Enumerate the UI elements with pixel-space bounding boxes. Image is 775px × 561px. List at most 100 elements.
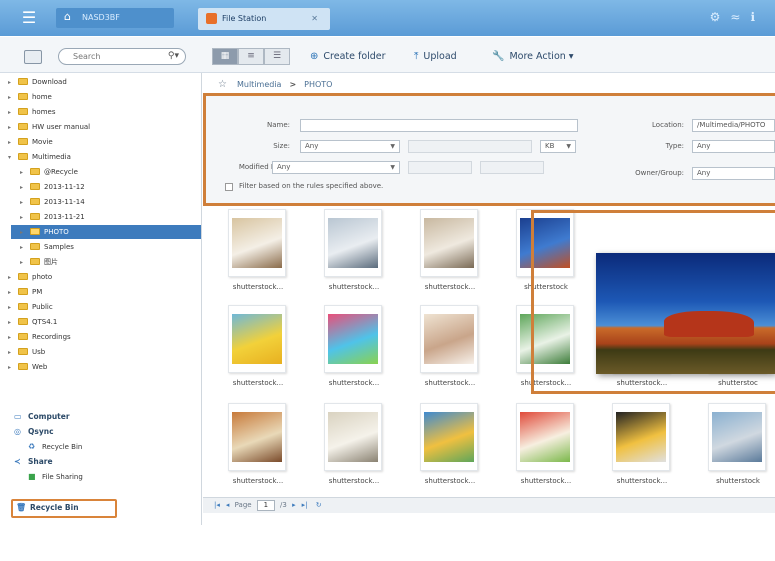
computer-icon: ▭ [14, 412, 22, 421]
filter-checkbox[interactable] [225, 183, 233, 191]
tree-node[interactable]: ▸ Samples [20, 240, 74, 254]
modified-date-select[interactable]: Any ▼ [272, 161, 400, 174]
expand-toggle-icon[interactable]: ▸ [8, 91, 15, 105]
panel-toggle-icon[interactable] [24, 50, 42, 64]
favorite-star-icon[interactable]: ☆ [218, 79, 227, 90]
tree-node[interactable]: ▸ Download [8, 75, 67, 89]
tree-node[interactable]: ▸ photo [8, 270, 52, 284]
wrench-icon: 🔧 [492, 51, 505, 62]
tree-node[interactable]: ▸ 2013-11-21 [20, 210, 85, 224]
expand-toggle-icon[interactable]: ▸ [20, 181, 27, 195]
tree-node[interactable]: ▸ HW user manual [8, 120, 90, 134]
expand-toggle-icon[interactable]: ▸ [8, 76, 15, 90]
tree-node[interactable]: ▸ Web [8, 360, 47, 374]
owner-group-select[interactable]: Any [692, 167, 775, 180]
expand-toggle-icon[interactable]: ▸ [8, 106, 15, 120]
next-page-icon[interactable]: ▸ [292, 501, 296, 509]
image-icon [232, 218, 282, 268]
last-page-icon[interactable]: ▸| [302, 501, 308, 509]
share-node[interactable]: ≺ Share [14, 455, 53, 469]
tree-node[interactable]: ▸ 图片 [20, 255, 58, 269]
tree-node[interactable]: ▸ 2013-11-14 [20, 195, 85, 209]
expand-toggle-icon[interactable]: ▸ [8, 286, 15, 300]
page-input[interactable]: 1 [256, 500, 275, 511]
computer-node[interactable]: ▭ Computer [14, 410, 70, 424]
thumbnail-frame [228, 403, 286, 471]
qsync-icon: ◎ [14, 427, 21, 436]
tree-node[interactable]: ▸ QTS4.1 [8, 315, 57, 329]
list-view-button[interactable]: ≡ [238, 48, 264, 65]
create-folder-button[interactable]: ⊕ Create folder [310, 48, 386, 65]
upload-button[interactable]: ⤒ Upload [414, 48, 457, 65]
home-tab[interactable]: ⌂ NASD3BF [56, 8, 174, 28]
tree-node[interactable]: ▸ 2013-11-12 [20, 180, 85, 194]
expand-toggle-icon[interactable]: ▸ [8, 136, 15, 150]
prev-page-icon[interactable]: ◂ [226, 501, 230, 509]
type-select[interactable]: Any [692, 140, 775, 153]
expand-toggle-icon[interactable]: ▾ [8, 151, 15, 165]
search-input[interactable]: Search ⚲▾ [58, 48, 186, 65]
folder-icon [18, 303, 28, 310]
close-tab-icon[interactable]: ✕ [311, 8, 318, 30]
tree-node[interactable]: ▾ Multimedia [8, 150, 71, 164]
detail-view-button[interactable]: ☰ [264, 48, 290, 65]
info-icon[interactable]: ℹ [750, 10, 765, 24]
size-select[interactable]: Any ▼ [300, 140, 400, 153]
tree-node[interactable]: ▸ Usb [8, 345, 45, 359]
expand-toggle-icon[interactable]: ▸ [20, 256, 27, 270]
more-action-label: More Action [509, 51, 566, 62]
folder-icon [30, 183, 40, 190]
file-station-tab[interactable]: File Station ✕ [198, 8, 330, 30]
refresh-icon[interactable]: ↻ [316, 501, 322, 509]
folder-icon [30, 168, 40, 175]
modified-date-value: Any [277, 163, 291, 171]
expand-toggle-icon[interactable]: ▸ [20, 196, 27, 210]
expand-toggle-icon[interactable]: ▸ [8, 271, 15, 285]
file-name: shutterstock... [424, 477, 476, 485]
expand-toggle-icon[interactable]: ▸ [8, 121, 15, 135]
expand-toggle-icon[interactable]: ▸ [20, 211, 27, 225]
breadcrumb-separator: > [289, 80, 297, 89]
qsync-recycle-node[interactable]: ♻ Recycle Bin [28, 440, 82, 454]
expand-toggle-icon[interactable]: ▸ [8, 361, 15, 375]
expand-toggle-icon[interactable]: ▸ [8, 331, 15, 345]
tree-node-label: 图片 [44, 258, 58, 266]
search-icon[interactable]: ⚲▾ [168, 49, 179, 64]
size-amount-input[interactable] [408, 140, 532, 153]
date-from-input[interactable] [408, 161, 472, 174]
expand-toggle-icon[interactable]: ▸ [8, 316, 15, 330]
recycle-icon: ♻ [28, 442, 36, 451]
expand-toggle-icon[interactable]: ▸ [8, 346, 15, 360]
folder-icon [18, 108, 28, 115]
expand-toggle-icon[interactable]: ▸ [8, 301, 15, 315]
expand-toggle-icon[interactable]: ▸ [20, 166, 27, 180]
tree-node[interactable]: ▸ homes [8, 105, 56, 119]
tree-node[interactable]: ▸ Recordings [8, 330, 71, 344]
location-input[interactable]: /Multimedia/PHOTO [692, 119, 775, 132]
first-page-icon[interactable]: |◂ [214, 501, 220, 509]
tree-node[interactable]: ▸ @Recycle [20, 165, 78, 179]
name-input[interactable] [300, 119, 578, 132]
tree-node[interactable]: ▸ home [8, 90, 52, 104]
tree-node[interactable]: ▸ Movie [8, 135, 53, 149]
qsync-node[interactable]: ◎ Qsync [14, 425, 54, 439]
tree-node[interactable]: ▸ Public [8, 300, 53, 314]
more-action-button[interactable]: 🔧 More Action ▾ [492, 48, 574, 65]
settings-icon[interactable]: ⚙ [710, 10, 731, 24]
tree-node-label: @Recycle [44, 168, 78, 176]
expand-toggle-icon[interactable]: ▸ [20, 226, 27, 240]
menu-icon[interactable]: ☰ [18, 8, 40, 28]
tree-node-label: Public [32, 303, 53, 311]
pagination-bar: |◂ ◂ Page 1 /3 ▸ ▸| ↻ [203, 497, 775, 513]
share-label: Share [28, 457, 53, 466]
date-to-input[interactable] [480, 161, 544, 174]
file-sharing-label: File Sharing [42, 473, 83, 481]
size-unit-select[interactable]: KB ▼ [540, 140, 576, 153]
thumbnail-view-button[interactable]: ▦ [212, 48, 238, 65]
breadcrumb-root[interactable]: Multimedia [237, 80, 281, 89]
tree-node[interactable]: ▸ PM [8, 285, 42, 299]
notification-icon[interactable]: ≈ [730, 10, 750, 24]
tree-node[interactable]: ▸ PHOTO [11, 225, 201, 239]
file-sharing-node[interactable]: ■ File Sharing [28, 470, 83, 484]
expand-toggle-icon[interactable]: ▸ [20, 241, 27, 255]
